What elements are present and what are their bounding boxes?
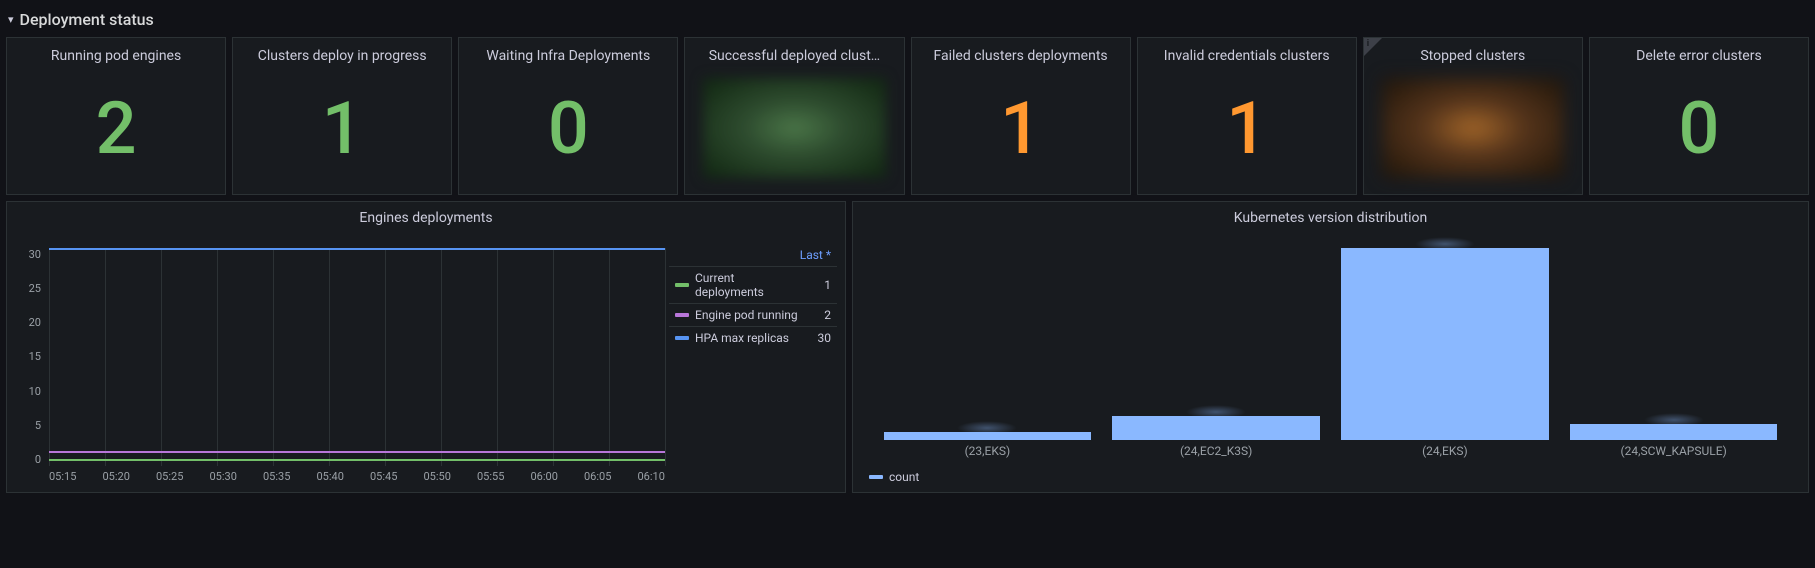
legend-swatch — [869, 475, 883, 479]
legend-label: Engine pod running — [695, 308, 805, 322]
bar[interactable] — [884, 432, 1092, 440]
stat-value: 1 — [233, 64, 451, 194]
legend-header[interactable]: Last * — [669, 244, 837, 266]
legend-label: Current deployments — [695, 271, 805, 299]
stat-value: 1 — [1138, 64, 1356, 194]
stat-title: Failed clusters deployments — [912, 38, 1130, 64]
legend-label: HPA max replicas — [695, 331, 805, 345]
chevron-down-icon: ▾ — [8, 13, 14, 26]
legend-item[interactable]: HPA max replicas 30 — [669, 326, 837, 349]
legend-item[interactable]: Engine pod running 2 — [669, 303, 837, 326]
stat-graphic — [703, 78, 885, 178]
panel-kubernetes-version-distribution[interactable]: Kubernetes version distribution (23,EKS)… — [852, 201, 1809, 493]
bar-label: (24,SCW_KAPSULE) — [1559, 444, 1788, 458]
chart-title: Engines deployments — [7, 202, 845, 230]
bar-legend[interactable]: count — [869, 470, 919, 484]
stat-clusters-deploy-in-progress[interactable]: Clusters deploy in progress 1 — [232, 37, 452, 195]
bar-x-labels: (23,EKS)(24,EC2_K3S)(24,EKS)(24,SCW_KAPS… — [873, 444, 1788, 458]
stat-title: Delete error clusters — [1590, 38, 1808, 64]
bar-label: (24,EC2_K3S) — [1102, 444, 1331, 458]
stat-value: 0 — [459, 64, 677, 194]
legend-swatch — [675, 336, 689, 340]
stat-title: Clusters deploy in progress — [233, 38, 451, 64]
bar-chart: (23,EKS)(24,EC2_K3S)(24,EKS)(24,SCW_KAPS… — [853, 230, 1808, 492]
stat-title: Successful deployed clust… — [685, 38, 903, 64]
stat-value: 2 — [7, 64, 225, 194]
stat-invalid-credentials-clusters[interactable]: Invalid credentials clusters 1 — [1137, 37, 1357, 195]
section-title: Deployment status — [20, 10, 154, 29]
bar-label: (24,EKS) — [1331, 444, 1560, 458]
bottom-row: Engines deployments 30 25 20 15 10 5 0 0… — [0, 195, 1815, 493]
bar[interactable] — [1112, 416, 1320, 440]
section-header[interactable]: ▾ Deployment status — [0, 0, 1815, 37]
y-axis-ticks: 30 25 20 15 10 5 0 — [15, 248, 45, 466]
bar-label: (23,EKS) — [873, 444, 1102, 458]
x-axis-ticks: 05:1505:2005:2505:3005:3505:4005:4505:50… — [49, 470, 665, 484]
line-chart: 30 25 20 15 10 5 0 05:1505:2005:2505:300… — [7, 230, 845, 492]
stat-title: Stopped clusters — [1364, 38, 1582, 64]
stat-title: Running pod engines — [7, 38, 225, 64]
stat-running-pod-engines[interactable]: Running pod engines 2 — [6, 37, 226, 195]
legend-swatch — [675, 313, 689, 317]
stat-title: Waiting Infra Deployments — [459, 38, 677, 64]
legend-swatch — [675, 283, 689, 287]
legend-item[interactable]: Current deployments 1 — [669, 266, 837, 303]
stat-graphic — [1382, 78, 1564, 178]
stat-value: 1 — [912, 64, 1130, 194]
line-legend[interactable]: Last * Current deployments 1 Engine pod … — [669, 244, 837, 349]
stat-row: Running pod engines 2 Clusters deploy in… — [0, 37, 1815, 195]
legend-label: count — [889, 470, 919, 484]
legend-value: 2 — [811, 308, 831, 322]
bar[interactable] — [1341, 248, 1549, 440]
stat-waiting-infra-deployments[interactable]: Waiting Infra Deployments 0 — [458, 37, 678, 195]
stat-title: Invalid credentials clusters — [1138, 38, 1356, 64]
info-icon[interactable] — [1364, 38, 1382, 56]
legend-value: 1 — [811, 278, 831, 292]
stat-stopped-clusters[interactable]: Stopped clusters — [1363, 37, 1583, 195]
stat-value: 0 — [1590, 64, 1808, 194]
panel-engines-deployments[interactable]: Engines deployments 30 25 20 15 10 5 0 0… — [6, 201, 846, 493]
stat-failed-clusters-deployments[interactable]: Failed clusters deployments 1 — [911, 37, 1131, 195]
stat-successful-deployed-clusters[interactable]: Successful deployed clust… — [684, 37, 904, 195]
bar[interactable] — [1570, 424, 1778, 440]
stat-delete-error-clusters[interactable]: Delete error clusters 0 — [1589, 37, 1809, 195]
legend-value: 30 — [811, 331, 831, 345]
chart-title: Kubernetes version distribution — [853, 202, 1808, 230]
